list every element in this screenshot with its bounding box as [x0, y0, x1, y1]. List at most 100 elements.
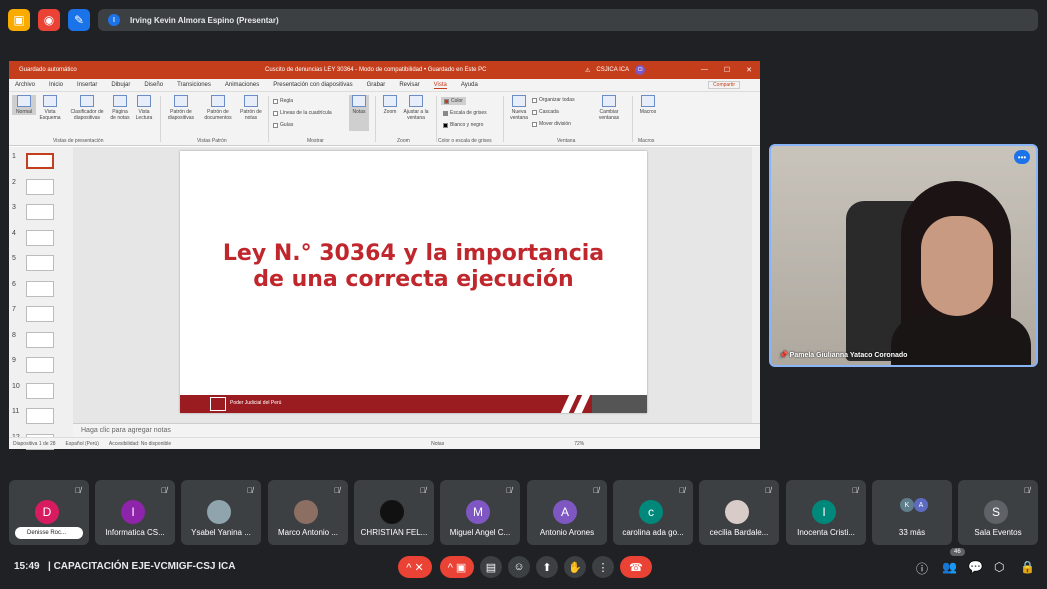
host-controls-icon[interactable]: 🔒 — [1020, 560, 1035, 574]
mic-off-icon: ^ ✕ — [406, 561, 424, 574]
slide-thumbnail[interactable] — [26, 331, 54, 348]
captions-button[interactable]: ▤ — [480, 556, 502, 578]
reading-view-icon — [137, 95, 151, 107]
notes-pane[interactable]: Haga clic para agregar notas — [73, 423, 760, 437]
tab-archivo[interactable]: Archivo — [15, 82, 35, 88]
slide-thumbnail[interactable] — [26, 280, 54, 297]
slide-thumbnail[interactable] — [26, 408, 54, 424]
notes-page-button[interactable]: Página de notas — [109, 95, 131, 121]
switch-windows-button[interactable]: Cambiar ventanas — [593, 95, 625, 121]
participant-tile[interactable]: 🎙̸ M Miguel Angel C... — [440, 480, 520, 545]
reactions-button[interactable]: ☺ — [508, 556, 530, 578]
tab-diseno[interactable]: Diseño — [144, 82, 163, 88]
reading-view-button[interactable]: Vista Lectura — [133, 95, 155, 121]
slide-thumbnail[interactable] — [26, 178, 54, 195]
color-option[interactable]: Color — [441, 97, 466, 105]
bw-option[interactable]: Blanco y negro — [443, 122, 483, 128]
maximize-icon[interactable]: ☐ — [724, 66, 730, 74]
present-button[interactable]: ⬆ — [536, 556, 558, 578]
language-status[interactable]: Español (Perú) — [66, 441, 99, 447]
outline-view-button[interactable]: Vista Esquema — [37, 95, 63, 121]
checkbox-box — [273, 110, 278, 116]
mic-toggle-button[interactable]: ^ ✕ — [398, 556, 432, 578]
current-slide[interactable]: Ley N.° 30364 y la importancia de una co… — [180, 151, 647, 413]
tab-dibujar[interactable]: Dibujar — [111, 82, 130, 88]
participant-tile[interactable]: 🎙̸ I Informatica CS... — [95, 480, 175, 545]
tab-presentacion[interactable]: Presentación con diapositivas — [273, 82, 352, 88]
tab-ayuda[interactable]: Ayuda — [461, 82, 478, 88]
minimize-icon[interactable]: — — [701, 66, 708, 74]
normal-view-button[interactable]: Normal — [12, 95, 36, 115]
ruler-checkbox[interactable]: Regla — [273, 98, 293, 104]
cascade-button[interactable]: Cascada — [532, 109, 559, 115]
raise-hand-button[interactable]: ✋ — [564, 556, 586, 578]
slide-master-button[interactable]: Patrón de diapositivas — [165, 95, 197, 121]
info-icon[interactable]: ⓘ — [916, 560, 928, 577]
grayscale-option[interactable]: Escala de grises — [443, 110, 487, 116]
participant-tile[interactable]: 🎙̸ A Antonio Arones — [527, 480, 607, 545]
participant-tile[interactable]: 🎙̸ I Inocenta Cristi... — [786, 480, 866, 545]
participant-tile[interactable]: 🎙̸ CHRISTIAN FEL... — [354, 480, 434, 545]
gridlines-checkbox[interactable]: Líneas de la cuadrícula — [273, 110, 332, 116]
participant-tile[interactable]: K A 33 más — [872, 480, 952, 545]
zoom-level[interactable]: 72% — [574, 441, 584, 447]
new-window-label: Nueva ventana — [510, 109, 528, 121]
thumbnail-pane[interactable]: 123456789101112 — [9, 147, 73, 450]
handout-master-button[interactable]: Patrón de documentos — [199, 95, 237, 121]
slide-thumbnail[interactable] — [26, 357, 54, 373]
presenter-camera-tile[interactable]: ••• 📌 Pamela Giulianna Yataco Coronado — [769, 144, 1038, 367]
camera-toggle-button[interactable]: ^ ▣ — [440, 556, 474, 578]
vertical-scrollbar[interactable] — [752, 147, 760, 423]
tab-insertar[interactable]: Insertar — [77, 82, 97, 88]
participant-tile[interactable]: 🎙̸ c carolina ada go... — [613, 480, 693, 545]
participant-tile[interactable]: 🎙̸ cecilia Bardale... — [699, 480, 779, 545]
more-options-icon[interactable]: ••• — [1014, 150, 1030, 164]
close-icon[interactable]: ✕ — [746, 66, 752, 74]
slide-thumbnail[interactable] — [26, 153, 54, 169]
tab-animaciones[interactable]: Animaciones — [225, 82, 259, 88]
record-icon[interactable]: ◉ — [38, 9, 60, 31]
tab-grabar[interactable]: Grabar — [367, 82, 386, 88]
notes-master-button[interactable]: Patrón de notas — [238, 95, 264, 121]
participant-tile[interactable]: 🎙̸ Ysabel Yanina ... — [181, 480, 261, 545]
whiteboard-icon[interactable]: ✎ — [68, 9, 90, 31]
slide-thumbnail[interactable] — [26, 382, 54, 399]
participant-tile[interactable]: 🎙̸ Marco Antonio ... — [268, 480, 348, 545]
guides-checkbox[interactable]: Guías — [273, 122, 293, 128]
share-button[interactable]: Compartir — [708, 81, 740, 89]
people-icon[interactable]: 👥 — [942, 560, 957, 574]
participant-tile[interactable]: 🎙̸ D Denisse Roc... — [9, 480, 89, 545]
ppt-user[interactable]: ⚠ CSJICA ICA CI — [585, 65, 646, 75]
thumbnail-number: 1 — [12, 153, 16, 160]
slide-thumbnail[interactable] — [26, 255, 54, 271]
tab-inicio[interactable]: Inicio — [49, 82, 63, 88]
tab-vista[interactable]: Vista — [433, 82, 447, 89]
fit-window-button[interactable]: Ajustar a la ventana — [402, 95, 430, 121]
bw-swatch-icon — [443, 122, 448, 128]
more-options-button[interactable]: ⋮ — [592, 556, 614, 578]
participant-tile[interactable]: 🎙̸ S Sala Eventos — [958, 480, 1038, 545]
slide-thumbnail[interactable] — [26, 306, 54, 322]
new-window-button[interactable]: Nueva ventana — [507, 95, 531, 121]
autosave-label[interactable]: Guardado automático — [19, 67, 77, 73]
tab-revisar[interactable]: Revisar — [399, 82, 419, 88]
accessibility-status[interactable]: Accesibilidad: No disponible — [109, 441, 171, 447]
slides-icon[interactable]: ▣ — [8, 9, 30, 31]
macros-button[interactable]: Macros — [636, 95, 660, 115]
slide-thumbnail[interactable] — [26, 229, 54, 246]
move-split-button[interactable]: Mover división — [532, 121, 571, 127]
tab-transiciones[interactable]: Transiciones — [177, 82, 211, 88]
mic-muted-icon: 🎙̸ — [247, 486, 253, 495]
activities-icon[interactable]: ⬡ — [994, 560, 1004, 574]
zoom-button[interactable]: Zoom — [379, 95, 401, 115]
end-call-button[interactable]: ☎ — [620, 556, 652, 578]
captions-icon: ▤ — [485, 561, 497, 574]
notes-status-button[interactable]: Notas — [431, 441, 444, 447]
chat-icon[interactable]: 💬 — [968, 560, 983, 574]
mic-muted-icon: 🎙̸ — [75, 486, 81, 495]
arrange-all-button[interactable]: Organizar todas — [532, 97, 575, 103]
notes-toggle-button[interactable]: Notas — [349, 95, 369, 131]
sorter-view-button[interactable]: Clasificador de diapositivas — [67, 95, 107, 121]
window-controls[interactable]: — ☐ ✕ — [701, 66, 752, 74]
slide-thumbnail[interactable] — [26, 204, 54, 220]
